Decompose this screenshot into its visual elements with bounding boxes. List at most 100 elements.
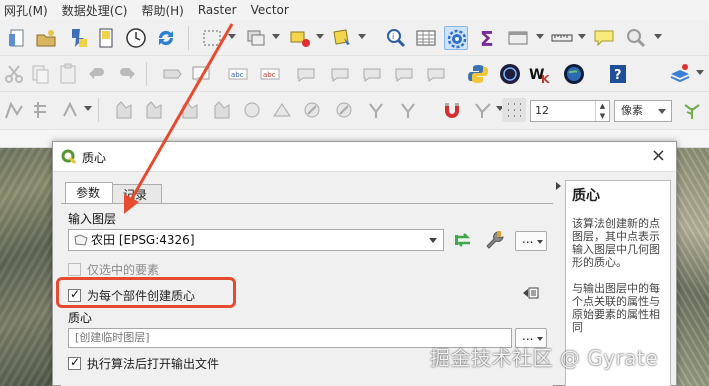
redo-icon[interactable] <box>114 62 138 86</box>
globe-icon[interactable] <box>562 62 586 86</box>
unit-select[interactable]: 像素 <box>614 100 672 122</box>
offset-curve-icon[interactable] <box>240 98 264 122</box>
measure-table-icon[interactable] <box>506 26 530 50</box>
snapping-grid-icon[interactable] <box>502 98 526 122</box>
copy-icon[interactable] <box>28 62 52 86</box>
identify-icon[interactable]: i <box>384 26 408 50</box>
label-pin-all-icon[interactable] <box>424 62 448 86</box>
python-icon[interactable] <box>466 62 490 86</box>
refresh-icon[interactable] <box>154 26 178 50</box>
map-canvas-left[interactable] <box>0 148 52 386</box>
per-part-checkbox[interactable]: 为每个部件创建质心 <box>68 287 195 304</box>
map-canvas-right[interactable] <box>676 148 709 386</box>
selected-only-checkbox[interactable]: 仅选中的要素 <box>68 261 159 278</box>
chevron-down-icon <box>429 238 437 243</box>
chevron-down-icon[interactable] <box>696 70 704 75</box>
menu-processing[interactable]: 数据处理(C) <box>62 2 128 19</box>
checkbox-box[interactable] <box>68 287 81 302</box>
close-icon[interactable]: × <box>651 145 666 167</box>
chevron-down-icon <box>537 240 543 244</box>
save-icon[interactable] <box>66 26 90 50</box>
label-pin-icon[interactable] <box>190 62 214 86</box>
label-change-icon[interactable] <box>360 62 384 86</box>
toggle-edit-icon[interactable] <box>244 26 268 50</box>
merge-attributes-icon[interactable] <box>396 98 420 122</box>
select-location-icon[interactable] <box>330 26 354 50</box>
open-icon[interactable] <box>34 26 58 50</box>
label-abc-blue-icon[interactable]: abc <box>226 62 250 86</box>
layout-icon[interactable] <box>94 26 118 50</box>
label-tool-icon[interactable] <box>160 62 184 86</box>
merge-features-icon[interactable] <box>364 98 388 122</box>
sigma-icon[interactable]: Σ <box>476 26 500 50</box>
dialog-titlebar[interactable]: 质心 × <box>53 142 676 172</box>
input-layer-select[interactable]: 农田 [EPSG:4326] <box>68 229 444 251</box>
input-layer-label: 输入图层 <box>68 212 117 226</box>
rotate-point-icon[interactable] <box>472 98 496 122</box>
snapping-magnet-icon[interactable] <box>440 98 464 122</box>
checkbox-box[interactable] <box>68 355 81 370</box>
select-feature-icon[interactable] <box>288 26 312 50</box>
advanced-digitize-4-icon[interactable] <box>210 98 234 122</box>
ruler-icon[interactable] <box>550 26 574 50</box>
toolbar-row-1: i Σ <box>0 20 709 56</box>
chevron-down-icon[interactable] <box>578 34 586 39</box>
new-project-icon[interactable] <box>6 26 30 50</box>
menu-mesh[interactable]: 网孔(M) <box>4 2 48 19</box>
parameter-options-icon[interactable] <box>521 285 539 301</box>
svg-text:Σ: Σ <box>480 27 494 50</box>
split-features-icon[interactable] <box>300 98 324 122</box>
open-output-checkbox[interactable]: 执行算法后打开输出文件 <box>68 355 219 372</box>
search-icon[interactable] <box>624 26 648 50</box>
vertex-tool-icon[interactable] <box>58 98 82 122</box>
spin-arrows-icon[interactable]: ▲ ▼ <box>595 101 609 121</box>
tooltip-icon[interactable] <box>592 26 616 50</box>
clock-icon[interactable] <box>124 26 148 50</box>
menu-vector[interactable]: Vector <box>251 3 289 17</box>
label-move-icon[interactable] <box>294 62 318 86</box>
plugin-globe-dark-icon[interactable] <box>498 62 522 86</box>
digitize-node-icon[interactable] <box>2 98 26 122</box>
watermark-text: 掘金技术社区 @ Gyrate <box>430 346 659 370</box>
attribute-table-icon[interactable] <box>414 26 438 50</box>
label-show-hide-icon[interactable] <box>392 62 416 86</box>
iterate-over-features-icon[interactable] <box>451 228 475 252</box>
chevron-down-icon[interactable] <box>84 106 92 111</box>
help-question-icon[interactable]: ? <box>606 62 630 86</box>
svg-text:abc: abc <box>231 71 244 79</box>
wrench-icon[interactable] <box>483 228 507 252</box>
undo-icon[interactable] <box>86 62 110 86</box>
svg-text:i: i <box>392 32 394 41</box>
label-abc-red-icon[interactable]: abc <box>258 62 282 86</box>
reshape-icon[interactable] <box>270 98 294 122</box>
checkbox-box[interactable] <box>68 263 81 276</box>
digitize-icon[interactable] <box>200 26 224 50</box>
font-size-spinbox[interactable]: 12 ▲ ▼ <box>530 100 610 122</box>
collapse-help-icon[interactable] <box>556 182 562 192</box>
split-parts-icon[interactable] <box>332 98 356 122</box>
chevron-down-icon[interactable] <box>228 34 236 39</box>
selected-only-label: 仅选中的要素 <box>87 263 160 277</box>
chevron-down-icon[interactable] <box>316 34 324 39</box>
menu-raster[interactable]: Raster <box>198 3 237 17</box>
vertex-list-icon[interactable] <box>30 98 54 122</box>
chevron-down-icon[interactable] <box>536 34 544 39</box>
wkt-icon[interactable]: WK <box>528 62 552 86</box>
tab-parameters[interactable]: 参数 <box>65 182 113 204</box>
chevron-down-icon[interactable] <box>654 34 662 39</box>
label-rotate-icon[interactable] <box>328 62 352 86</box>
layer-stack-icon[interactable] <box>668 62 692 86</box>
chevron-down-icon[interactable] <box>358 34 366 39</box>
cut-icon[interactable] <box>2 62 26 86</box>
paste-icon[interactable] <box>56 62 80 86</box>
advanced-digitize-3-icon[interactable] <box>178 98 202 122</box>
advanced-digitize-2-icon[interactable] <box>142 98 166 122</box>
tab-log[interactable]: 记录 <box>112 184 162 204</box>
menu-help[interactable]: 帮助(H) <box>141 2 183 19</box>
advanced-digitize-1-icon[interactable] <box>112 98 136 122</box>
help-title: 质心 <box>572 188 600 204</box>
chevron-down-icon[interactable] <box>272 34 280 39</box>
plant-tool-icon[interactable] <box>680 98 704 122</box>
settings-gear-icon[interactable] <box>444 26 468 50</box>
input-layer-more-button[interactable]: ... <box>515 231 547 251</box>
